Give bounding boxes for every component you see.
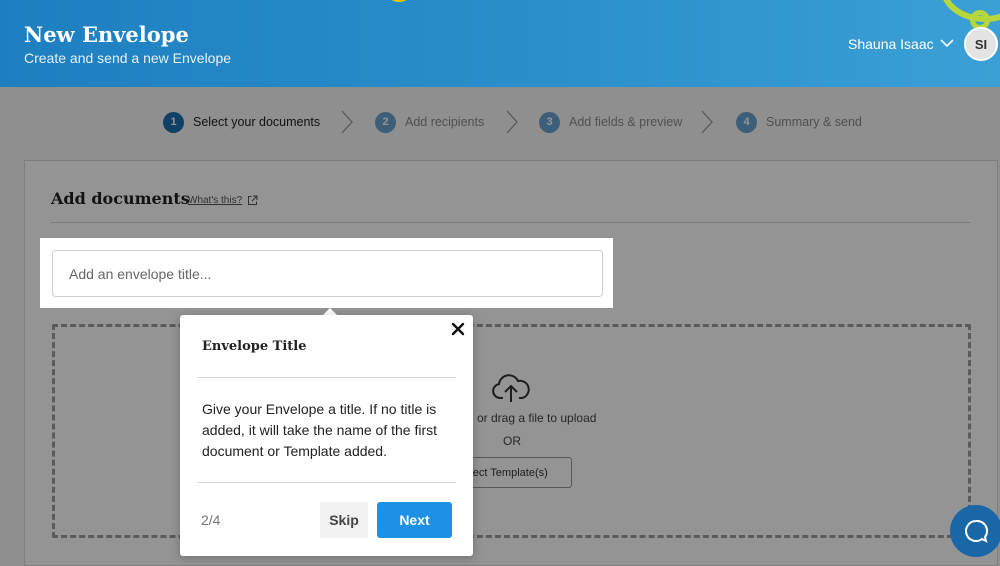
chevron-down-icon[interactable] — [939, 36, 955, 50]
next-button[interactable]: Next — [377, 502, 452, 538]
page-title: New Envelope — [24, 22, 189, 47]
avatar[interactable]: SI — [964, 27, 998, 61]
close-icon[interactable] — [450, 321, 466, 337]
tooltip-title: Envelope Title — [202, 339, 307, 354]
help-chat-button[interactable] — [950, 505, 1000, 557]
page-subtitle: Create and send a new Envelope — [24, 50, 232, 66]
tooltip-body: Give your Envelope a title. If no title … — [202, 401, 438, 459]
tooltip-divider — [197, 377, 456, 378]
envelope-title-input[interactable] — [52, 250, 603, 297]
user-name[interactable]: Shauna Isaac — [848, 36, 934, 52]
tooltip-divider — [197, 482, 456, 483]
tour-step-counter: 2/4 — [201, 512, 221, 528]
decorative-shape — [388, 0, 410, 2]
skip-button[interactable]: Skip — [320, 502, 368, 538]
app-header: New Envelope Create and send a new Envel… — [0, 0, 1000, 87]
tour-overlay — [0, 87, 1000, 566]
chat-bubble-icon — [965, 519, 988, 543]
